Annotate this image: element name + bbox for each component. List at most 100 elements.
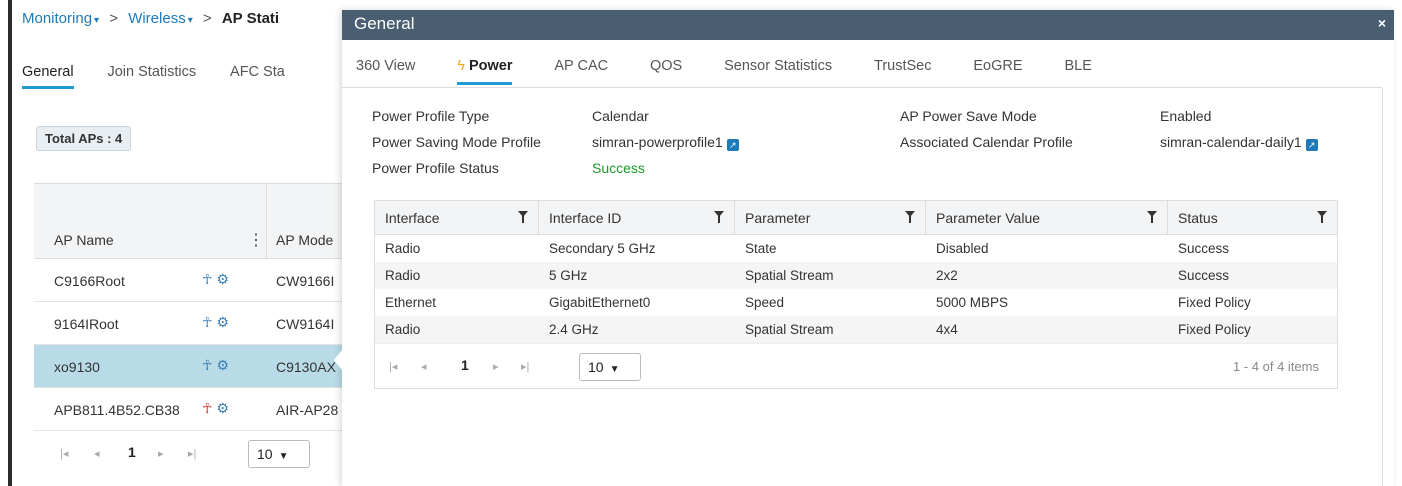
power-tab-content: Power Profile Type Calendar Power Saving… xyxy=(342,88,1394,486)
filter-icon[interactable] xyxy=(714,211,724,223)
close-icon[interactable]: × xyxy=(1378,15,1386,31)
column-header-label: Interface ID xyxy=(549,210,622,226)
general-modal: General × 360 View ϟ Power AP CAC QOS Sen… xyxy=(334,10,1394,486)
tab-360-view[interactable]: 360 View xyxy=(356,54,415,84)
table-row[interactable]: Radio Secondary 5 GHz State Disabled Suc… xyxy=(375,235,1337,262)
power-saving-mode-profile-link[interactable]: simran-powerprofile1 ↗ xyxy=(592,134,739,151)
ap-table-pager: |◂ ◂ 1 ▸ ▸| 10 ▼ xyxy=(34,431,352,476)
ap-mode-cell: AIR-AP28 xyxy=(276,402,339,418)
tab-eogre[interactable]: EoGRE xyxy=(973,54,1022,84)
current-page[interactable]: 1 xyxy=(128,444,136,460)
column-header-parameter-value[interactable]: Parameter Value xyxy=(926,201,1168,234)
interface-cell: Ethernet xyxy=(385,295,437,310)
tab-trustsec[interactable]: TrustSec xyxy=(874,54,931,84)
tab-sensor-statistics[interactable]: Sensor Statistics xyxy=(724,54,832,84)
associated-calendar-profile-value: simran-calendar-daily1 xyxy=(1160,134,1302,150)
associated-calendar-profile-link[interactable]: simran-calendar-daily1 ↗ xyxy=(1160,134,1318,151)
ap-power-save-mode-label: AP Power Save Mode xyxy=(900,108,1037,124)
power-parameters-table: Interface Interface ID Parameter Paramet… xyxy=(374,200,1338,389)
current-page[interactable]: 1 xyxy=(461,357,469,373)
table-row-selected[interactable]: xo9130 ☥ ⚙ C9130AX xyxy=(34,345,352,388)
page-size-value: 10 xyxy=(257,446,273,462)
prev-page-icon[interactable]: ◂ xyxy=(421,360,427,373)
gears-icon[interactable]: ⚙ xyxy=(216,357,229,373)
breadcrumb-separator: > xyxy=(202,10,212,27)
kebab-menu-icon[interactable]: ⋮ xyxy=(248,230,264,250)
first-page-icon[interactable]: |◂ xyxy=(60,447,68,460)
page-size-select[interactable]: 10 ▼ xyxy=(579,353,641,381)
table-row[interactable]: Ethernet GigabitEthernet0 Speed 5000 MBP… xyxy=(375,289,1337,316)
ap-mode-cell: CW9166I xyxy=(276,273,335,289)
breadcrumb-wireless-label: Wireless xyxy=(128,10,186,27)
tab-ble[interactable]: BLE xyxy=(1064,54,1091,84)
tab-power-label: Power xyxy=(468,58,513,74)
last-page-icon[interactable]: ▸| xyxy=(521,360,529,373)
table-row[interactable]: 9164IRoot ☥ ⚙ CW9164I xyxy=(34,302,352,345)
breadcrumb-monitoring-label: Monitoring xyxy=(22,10,93,27)
column-header-parameter[interactable]: Parameter xyxy=(735,201,926,234)
filter-icon[interactable] xyxy=(1147,211,1157,223)
topology-icon[interactable]: ☥ xyxy=(202,271,212,287)
tab-qos[interactable]: QOS xyxy=(650,54,682,84)
external-link-icon[interactable]: ↗ xyxy=(726,139,739,151)
tab-ap-cac[interactable]: AP CAC xyxy=(554,54,608,84)
interface-id-cell: 5 GHz xyxy=(549,268,588,283)
filter-icon[interactable] xyxy=(518,211,528,223)
interface-cell: Radio xyxy=(385,241,421,256)
column-header-ap-mode[interactable]: AP Mode xyxy=(276,232,333,248)
column-header-status[interactable]: Status xyxy=(1168,201,1337,234)
power-saving-mode-profile-value: simran-powerprofile1 xyxy=(592,134,723,150)
ap-table: AP Name ⋮ AP Mode C9166Root ☥ ⚙ CW9166I 9… xyxy=(34,183,352,476)
column-header-interface-id[interactable]: Interface ID xyxy=(539,201,735,234)
power-table-header: Interface Interface ID Parameter Paramet… xyxy=(375,201,1337,235)
tab-join-statistics[interactable]: Join Statistics xyxy=(107,60,196,88)
power-profile-type-value: Calendar xyxy=(592,108,649,124)
status-cell: Success xyxy=(1178,268,1230,283)
modal-tabs: 360 View ϟ Power AP CAC QOS Sensor Statis… xyxy=(342,54,1382,88)
row-icons: ☥ ⚙ xyxy=(202,357,229,374)
row-icons: ☥ ⚙ xyxy=(202,271,229,288)
external-link-icon[interactable]: ↗ xyxy=(1305,139,1318,151)
table-row[interactable]: APB811.4B52.CB38 ☥ ⚙ AIR-AP28 xyxy=(34,388,352,431)
status-cell: Success xyxy=(1178,241,1230,256)
pager-summary: 1 - 4 of 4 items xyxy=(1233,359,1319,374)
filter-icon[interactable] xyxy=(905,211,915,223)
next-page-icon[interactable]: ▸ xyxy=(158,447,164,460)
filter-icon[interactable] xyxy=(1317,211,1327,223)
prev-page-icon[interactable]: ◂ xyxy=(94,447,100,460)
interface-id-cell: 2.4 GHz xyxy=(549,322,599,337)
ap-power-save-mode-value: Enabled xyxy=(1160,108,1212,124)
tab-afc-statistics[interactable]: AFC Sta xyxy=(230,60,285,88)
topology-icon[interactable]: ☥ xyxy=(202,314,212,330)
column-header-interface[interactable]: Interface xyxy=(375,201,539,234)
table-row[interactable]: C9166Root ☥ ⚙ CW9166I xyxy=(34,259,352,302)
gears-icon[interactable]: ⚙ xyxy=(216,314,229,330)
next-page-icon[interactable]: ▸ xyxy=(493,360,499,373)
chevron-down-icon: ▼ xyxy=(609,364,620,375)
last-page-icon[interactable]: ▸| xyxy=(188,447,196,460)
lightning-icon: ϟ xyxy=(457,58,465,74)
modal-pointer xyxy=(334,350,342,370)
column-header-label: Status xyxy=(1178,210,1218,226)
power-table-pager: |◂ ◂ 1 ▸ ▸| 10 ▼ 1 - 4 of 4 items xyxy=(375,343,1337,388)
status-cell: Fixed Policy xyxy=(1178,322,1251,337)
table-row[interactable]: Radio 2.4 GHz Spatial Stream 4x4 Fixed P… xyxy=(375,316,1337,343)
topology-icon[interactable]: ☥ xyxy=(202,357,212,373)
table-row[interactable]: Radio 5 GHz Spatial Stream 2x2 Success xyxy=(375,262,1337,289)
column-header-label: Parameter xyxy=(745,210,811,226)
tab-power[interactable]: ϟ Power xyxy=(457,54,513,85)
breadcrumb-monitoring[interactable]: Monitoring ▾ xyxy=(22,10,99,27)
ap-mode-cell: C9130AX xyxy=(276,359,336,375)
associated-calendar-profile-label: Associated Calendar Profile xyxy=(900,134,1073,150)
topology-icon[interactable]: ☥ xyxy=(202,400,212,416)
ap-mode-cell: CW9164I xyxy=(276,316,335,332)
page-size-select[interactable]: 10 ▼ xyxy=(248,440,310,468)
tab-general[interactable]: General xyxy=(22,60,74,89)
gears-icon[interactable]: ⚙ xyxy=(216,271,229,287)
first-page-icon[interactable]: |◂ xyxy=(389,360,397,373)
parameter-value-cell: 2x2 xyxy=(936,268,958,283)
column-header-ap-name[interactable]: AP Name xyxy=(54,232,114,248)
gears-icon[interactable]: ⚙ xyxy=(216,400,229,416)
breadcrumb-wireless[interactable]: Wireless ▾ xyxy=(128,10,193,27)
breadcrumb: Monitoring ▾ > Wireless ▾ > AP Stati xyxy=(22,10,279,27)
